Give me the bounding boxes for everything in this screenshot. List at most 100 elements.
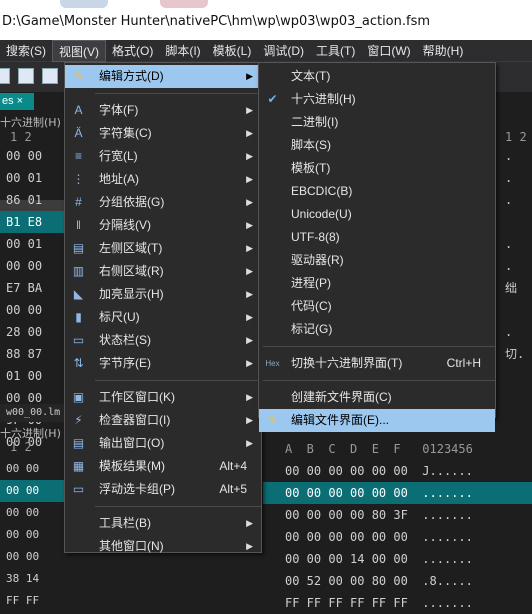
menubar-item-8[interactable]: 帮助(H) [417, 40, 470, 62]
bottom-hex-row[interactable]: 00 00 [0, 480, 70, 502]
menu-item[interactable]: ⇅ 字节序(E) ▶ [65, 352, 261, 375]
char-cell[interactable]: . [497, 321, 532, 343]
hex-row[interactable]: E7 BA [0, 277, 70, 299]
menu-item[interactable]: 标记(G) [259, 318, 495, 341]
char-cell[interactable] [497, 211, 532, 233]
menubar-item-7[interactable]: 窗口(W) [361, 40, 416, 62]
menu-item-label: 创建新文件界面(C) [291, 390, 392, 404]
bottom-hex-line[interactable]: 00 00 00 00 00 00 ....... [263, 482, 532, 504]
copy-icon[interactable] [42, 68, 58, 84]
menu-item[interactable]: ◣ 加亮显示(H) ▶ [65, 283, 261, 306]
menu-item[interactable]: ▤ 左侧区域(T) ▶ [65, 237, 261, 260]
menu-separator [95, 93, 261, 94]
bottom-hex-line[interactable]: 00 00 00 00 00 00 ....... [263, 526, 532, 548]
menubar-item-5[interactable]: 调试(D) [257, 40, 310, 62]
bottom-hex-row[interactable]: 00 00 [0, 524, 70, 546]
document-tab[interactable]: es × [0, 93, 34, 110]
menu-item[interactable]: ▥ 右侧区域(R) ▶ [65, 260, 261, 283]
char-cell[interactable]: . [497, 145, 532, 167]
hex-row[interactable]: 86 01 [0, 189, 70, 211]
menu-item[interactable]: UTF-8(8) [259, 226, 495, 249]
menu-item[interactable]: ▣ 工作区窗口(K) ▶ [65, 386, 261, 409]
menu-item[interactable]: 进程(P) [259, 272, 495, 295]
menu-item[interactable]: 驱动器(R) [259, 249, 495, 272]
menu-item[interactable]: ▭ 浮动选卡组(P) Alt+5 [65, 478, 261, 501]
menubar-item-6[interactable]: 工具(T) [310, 40, 361, 62]
menu-item[interactable]: EBCDIC(B) [259, 180, 495, 203]
hex-row[interactable]: 28 00 [0, 321, 70, 343]
menu-item[interactable]: ⋮ 地址(A) ▶ [65, 168, 261, 191]
menubar-item-1[interactable]: 视图(V) [52, 39, 106, 62]
char-cell[interactable]: 切. [497, 343, 532, 365]
menu-separator [263, 346, 495, 347]
menu-item[interactable]: 代码(C) [259, 295, 495, 318]
hex-row[interactable]: 00 01 [0, 233, 70, 255]
hex-row[interactable]: 01 00 [0, 365, 70, 387]
menu-item[interactable]: 二进制(I) [259, 111, 495, 134]
menu-item[interactable]: ‖ 分隔线(V) ▶ [65, 214, 261, 237]
menu-item[interactable]: ▮ 标尺(U) ▶ [65, 306, 261, 329]
bottom-hex-row[interactable]: 00 00 [0, 546, 70, 568]
menu-item[interactable]: ✔ 十六进制(H) [259, 88, 495, 111]
menu-item-label: 状态栏(S) [99, 333, 151, 347]
bottom-hex-line[interactable]: 00 00 00 00 00 00 J...... [263, 460, 532, 482]
menubar-item-0[interactable]: 搜索(S) [0, 40, 52, 62]
char-cell[interactable]: . [497, 189, 532, 211]
menubar-item-4[interactable]: 模板(L) [207, 40, 258, 62]
menu-item[interactable]: ▦ 模板结果(M) Alt+4 [65, 455, 261, 478]
char-cell[interactable] [497, 299, 532, 321]
hex-row[interactable]: 88 87 [0, 343, 70, 365]
char-cell[interactable]: . [497, 167, 532, 189]
menubar-item-2[interactable]: 格式(O) [106, 40, 159, 62]
bottom-hex-row[interactable]: 38 14 [0, 568, 70, 590]
char-cell[interactable]: . [497, 233, 532, 255]
menu-item[interactable]: ⚡ 检查器窗口(I) ▶ [65, 409, 261, 432]
save-all-icon[interactable] [18, 68, 34, 84]
menu-item[interactable]: ▭ 状态栏(S) ▶ [65, 329, 261, 352]
menu-item[interactable]: 模板(T) [259, 157, 495, 180]
menu-item[interactable]: 工具栏(B) ▶ [65, 512, 261, 535]
menu-item[interactable]: ▤ 输出窗口(O) ▶ [65, 432, 261, 455]
menu-item[interactable]: ✎ 编辑方式(D) ▶ [65, 65, 261, 88]
tab-indicator-pink[interactable] [160, 0, 208, 8]
menu-item[interactable]: 创建新文件界面(C) [259, 386, 495, 409]
char-cell[interactable] [497, 409, 532, 431]
menu-item-label: 二进制(I) [291, 115, 339, 129]
menu-item-label: 代码(C) [291, 299, 332, 313]
menu-item[interactable]: A 字体(F) ▶ [65, 99, 261, 122]
bottom-hex-line[interactable]: FF FF FF FF FF FF ....... [263, 592, 532, 614]
hex-row[interactable]: B1 E8 [0, 211, 70, 233]
hex-row[interactable]: 00 01 [0, 167, 70, 189]
bottom-hex-line[interactable]: 00 52 00 00 80 00 .8..... [263, 570, 532, 592]
hex-row[interactable]: 00 00 [0, 255, 70, 277]
menubar-item-3[interactable]: 脚本(I) [159, 40, 206, 62]
file-tab[interactable]: w00_00.lm [0, 404, 65, 422]
bottom-hex-line[interactable]: 00 00 00 14 00 00 ....... [263, 548, 532, 570]
bottom-hex-row[interactable]: FF FF [0, 590, 70, 612]
bottom-hex-row[interactable]: 00 00 [0, 458, 70, 480]
hex-row[interactable]: 00 00 [0, 145, 70, 167]
char-cell[interactable]: 绌 [497, 277, 532, 299]
menu-item[interactable]: 其他窗口(N) ▶ [65, 535, 261, 558]
char-cell[interactable] [497, 365, 532, 387]
menu-item-label: 标记(G) [291, 322, 333, 336]
menu-item[interactable]: 文本(T) [259, 65, 495, 88]
menu-item[interactable]: 脚本(S) [259, 134, 495, 157]
char-cell[interactable] [497, 387, 532, 409]
menu-item[interactable]: Unicode(U) [259, 203, 495, 226]
menu-item[interactable]: ✎ 编辑文件界面(E)... [259, 409, 495, 432]
hex-row[interactable]: 00 00 [0, 299, 70, 321]
bottom-hex-line[interactable]: 00 00 00 00 80 3F ....... [263, 504, 532, 526]
tab-indicator-blue[interactable] [60, 0, 108, 8]
submenu-arrow-icon: ▶ [246, 335, 253, 345]
save-icon[interactable] [0, 68, 10, 84]
submenu-arrow-icon: ▶ [246, 220, 253, 230]
menu-item[interactable]: # 分组依据(G) ▶ [65, 191, 261, 214]
menu-item-label: 字符集(C) [99, 126, 152, 140]
menu-item-label: 浮动选卡组(P) [99, 482, 175, 496]
menu-item[interactable]: ≡ 行宽(L) ▶ [65, 145, 261, 168]
bottom-hex-row[interactable]: 00 00 [0, 502, 70, 524]
char-cell[interactable]: . [497, 255, 532, 277]
menu-item[interactable]: Ä 字符集(C) ▶ [65, 122, 261, 145]
menu-item[interactable]: Hex 切换十六进制界面(T) Ctrl+H [259, 352, 495, 375]
